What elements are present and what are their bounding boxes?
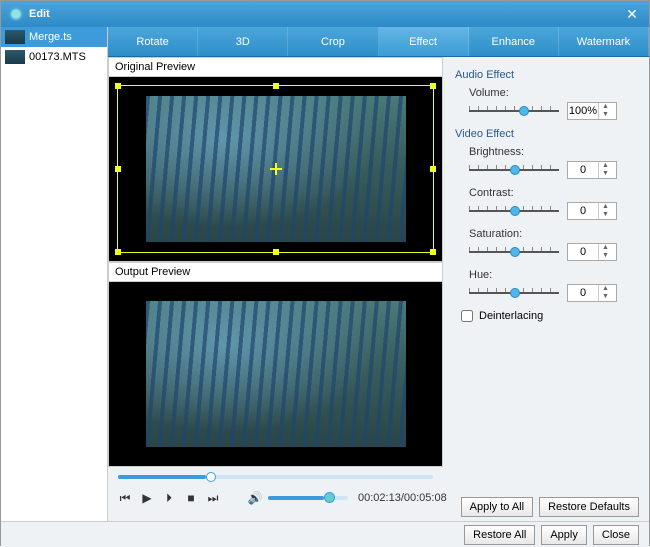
video-effect-section: Video Effect [455,128,637,140]
tab-crop[interactable]: Crop [288,27,378,56]
spinner-down-icon[interactable]: ▼ [599,293,612,301]
saturation-slider[interactable] [469,245,559,259]
tab-enhance[interactable]: Enhance [469,27,559,56]
spinner-up-icon[interactable]: ▲ [599,203,612,211]
deinterlacing-checkbox[interactable]: Deinterlacing [455,310,637,322]
output-preview-label: Output Preview [108,262,443,281]
hue-slider[interactable] [469,286,559,300]
window-title: Edit [29,8,623,20]
close-button[interactable]: Close [593,525,639,545]
footer-bar: Restore All Apply Close [1,521,649,547]
close-icon[interactable]: ✕ [623,5,641,23]
brightness-label: Brightness: [455,146,637,158]
contrast-input[interactable] [568,205,598,217]
file-thumbnail [5,50,25,64]
sidebar-item-label: Merge.ts [29,31,72,43]
contrast-label: Contrast: [455,187,637,199]
playback-volume-slider[interactable] [268,496,348,500]
apply-to-all-button[interactable]: Apply to All [461,497,533,517]
deinterlacing-label: Deinterlacing [479,310,543,322]
tab-rotate[interactable]: Rotate [108,27,198,56]
volume-label: Volume: [455,87,637,99]
contrast-spinner[interactable]: ▲▼ [567,202,617,220]
timeline-slider[interactable] [108,467,443,483]
brightness-spinner[interactable]: ▲▼ [567,161,617,179]
original-preview[interactable] [108,76,443,262]
file-thumbnail [5,30,25,44]
volume-slider[interactable] [469,104,559,118]
playback-controls: ⏮ ▶ ⏵ ■ ⏭ 🔊 00:02:13/00:05:08 [108,483,443,513]
sidebar-item-merge[interactable]: Merge.ts [1,27,107,47]
contrast-slider[interactable] [469,204,559,218]
apply-button[interactable]: Apply [541,525,587,545]
play-icon[interactable]: ▶ [140,491,154,505]
prev-icon[interactable]: ⏮ [118,491,132,505]
next-frame-icon[interactable]: ⏵ [162,491,176,505]
crop-outline[interactable] [117,85,434,253]
sidebar-item-label: 00173.MTS [29,51,86,63]
effects-panel: Audio Effect Volume: ▲▼ Video Effect Bri… [443,57,649,461]
stop-icon[interactable]: ■ [184,491,198,505]
saturation-spinner[interactable]: ▲▼ [567,243,617,261]
hue-input[interactable] [568,287,598,299]
restore-defaults-button[interactable]: Restore Defaults [539,497,639,517]
spinner-down-icon[interactable]: ▼ [599,211,612,219]
hue-spinner[interactable]: ▲▼ [567,284,617,302]
saturation-label: Saturation: [455,228,637,240]
spinner-down-icon[interactable]: ▼ [599,170,612,178]
deinterlacing-input[interactable] [461,310,473,322]
spinner-down-icon[interactable]: ▼ [599,252,612,260]
video-frame [146,301,406,447]
tab-watermark[interactable]: Watermark [559,27,649,56]
brightness-input[interactable] [568,164,598,176]
restore-all-button[interactable]: Restore All [464,525,535,545]
hue-label: Hue: [455,269,637,281]
spinner-down-icon[interactable]: ▼ [599,111,612,119]
output-preview [108,281,443,467]
tab-3d[interactable]: 3D [198,27,288,56]
title-bar: Edit ✕ [1,1,649,27]
spinner-up-icon[interactable]: ▲ [599,103,612,111]
spinner-up-icon[interactable]: ▲ [599,285,612,293]
volume-spinner[interactable]: ▲▼ [567,102,617,120]
tab-effect[interactable]: Effect [379,27,469,56]
volume-input[interactable] [568,105,598,117]
sidebar-item-00173[interactable]: 00173.MTS [1,47,107,67]
next-icon[interactable]: ⏭ [206,491,220,505]
timecode: 00:02:13/00:05:08 [358,492,447,504]
audio-effect-section: Audio Effect [455,69,637,81]
file-sidebar: Merge.ts 00173.MTS [1,27,108,521]
brightness-slider[interactable] [469,163,559,177]
original-preview-label: Original Preview [108,57,443,76]
app-icon [9,7,23,21]
tab-bar: Rotate 3D Crop Effect Enhance Watermark [108,27,649,57]
saturation-input[interactable] [568,246,598,258]
spinner-up-icon[interactable]: ▲ [599,162,612,170]
spinner-up-icon[interactable]: ▲ [599,244,612,252]
volume-icon[interactable]: 🔊 [248,491,262,505]
crosshair-icon [270,163,282,175]
